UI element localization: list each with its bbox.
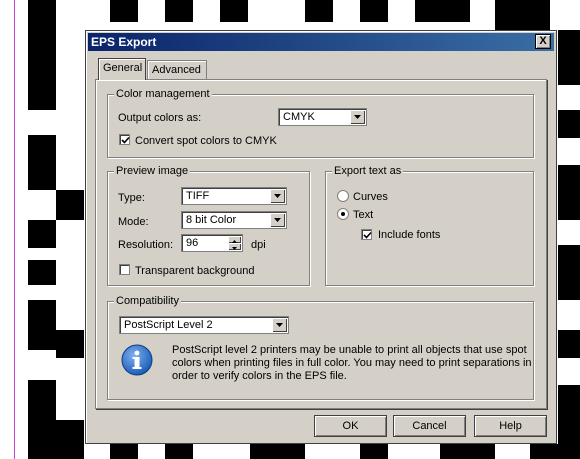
preview-image-group: Preview image Type: TIFF Mode: 8 bit Col… [107, 165, 310, 286]
include-fonts-checkbox[interactable] [361, 229, 372, 240]
compatibility-value: PostScript Level 2 [124, 319, 213, 331]
chevron-down-icon[interactable] [270, 189, 285, 203]
resolution-spinner[interactable]: 96 [181, 234, 243, 252]
cancel-button[interactable]: Cancel [393, 415, 466, 437]
tab-general[interactable]: General [98, 58, 146, 80]
mode-label: Mode: [118, 216, 149, 228]
checkmark-icon [363, 231, 372, 239]
close-button[interactable]: X [535, 34, 551, 49]
help-button[interactable]: Help [474, 415, 547, 437]
chevron-down-icon[interactable] [272, 318, 287, 332]
compatibility-info-text: PostScript level 2 printers may be unabl… [172, 344, 532, 382]
mode-select[interactable]: 8 bit Color [181, 211, 287, 229]
compatibility-group: Compatibility PostScript Level 2 PostScr… [107, 295, 534, 400]
export-text-group: Export text as Curves Text Include fonts [325, 165, 534, 286]
type-select[interactable]: TIFF [181, 187, 287, 205]
close-icon: X [539, 35, 547, 47]
general-tab-panel: Color management Output colors as: CMYK … [95, 79, 547, 409]
text-label: Text [353, 209, 374, 221]
include-fonts-label: Include fonts [378, 229, 441, 241]
compatibility-select[interactable]: PostScript Level 2 [119, 316, 289, 334]
type-value: TIFF [186, 190, 210, 202]
output-colors-select[interactable]: CMYK [278, 108, 367, 126]
radio-selected-dot [341, 212, 345, 216]
info-icon [121, 344, 153, 376]
checkmark-icon [121, 136, 130, 144]
curves-label: Curves [353, 191, 388, 203]
convert-spot-label: Convert spot colors to CMYK [135, 135, 277, 147]
output-colors-value: CMYK [283, 111, 315, 123]
chevron-down-icon[interactable] [270, 213, 285, 227]
export-text-legend: Export text as [332, 165, 404, 177]
color-management-group: Color management Output colors as: CMYK … [107, 88, 534, 158]
output-colors-label: Output colors as: [118, 112, 202, 124]
preview-image-legend: Preview image [114, 165, 191, 177]
spin-up-icon[interactable] [228, 236, 241, 243]
curves-radio[interactable] [337, 190, 349, 202]
transparent-background-label: Transparent background [135, 265, 255, 277]
resolution-value: 96 [186, 237, 199, 249]
tab-advanced[interactable]: Advanced [147, 60, 207, 79]
mode-value: 8 bit Color [186, 214, 237, 226]
eps-export-dialog: EPS Export X General Advanced Color mana… [85, 30, 557, 444]
title-bar[interactable]: EPS Export X [88, 33, 554, 51]
resolution-label: Resolution: [118, 239, 174, 251]
transparent-background-checkbox[interactable] [119, 264, 130, 275]
type-label: Type: [118, 192, 145, 204]
color-management-legend: Color management [114, 88, 212, 100]
compatibility-legend: Compatibility [114, 295, 181, 307]
text-radio[interactable] [337, 208, 349, 220]
spin-down-icon[interactable] [228, 243, 241, 250]
convert-spot-checkbox[interactable] [119, 134, 130, 145]
resolution-unit: dpi [251, 239, 266, 251]
chevron-down-icon[interactable] [350, 110, 365, 124]
dialog-title: EPS Export [91, 35, 157, 49]
ok-button[interactable]: OK [314, 415, 387, 437]
